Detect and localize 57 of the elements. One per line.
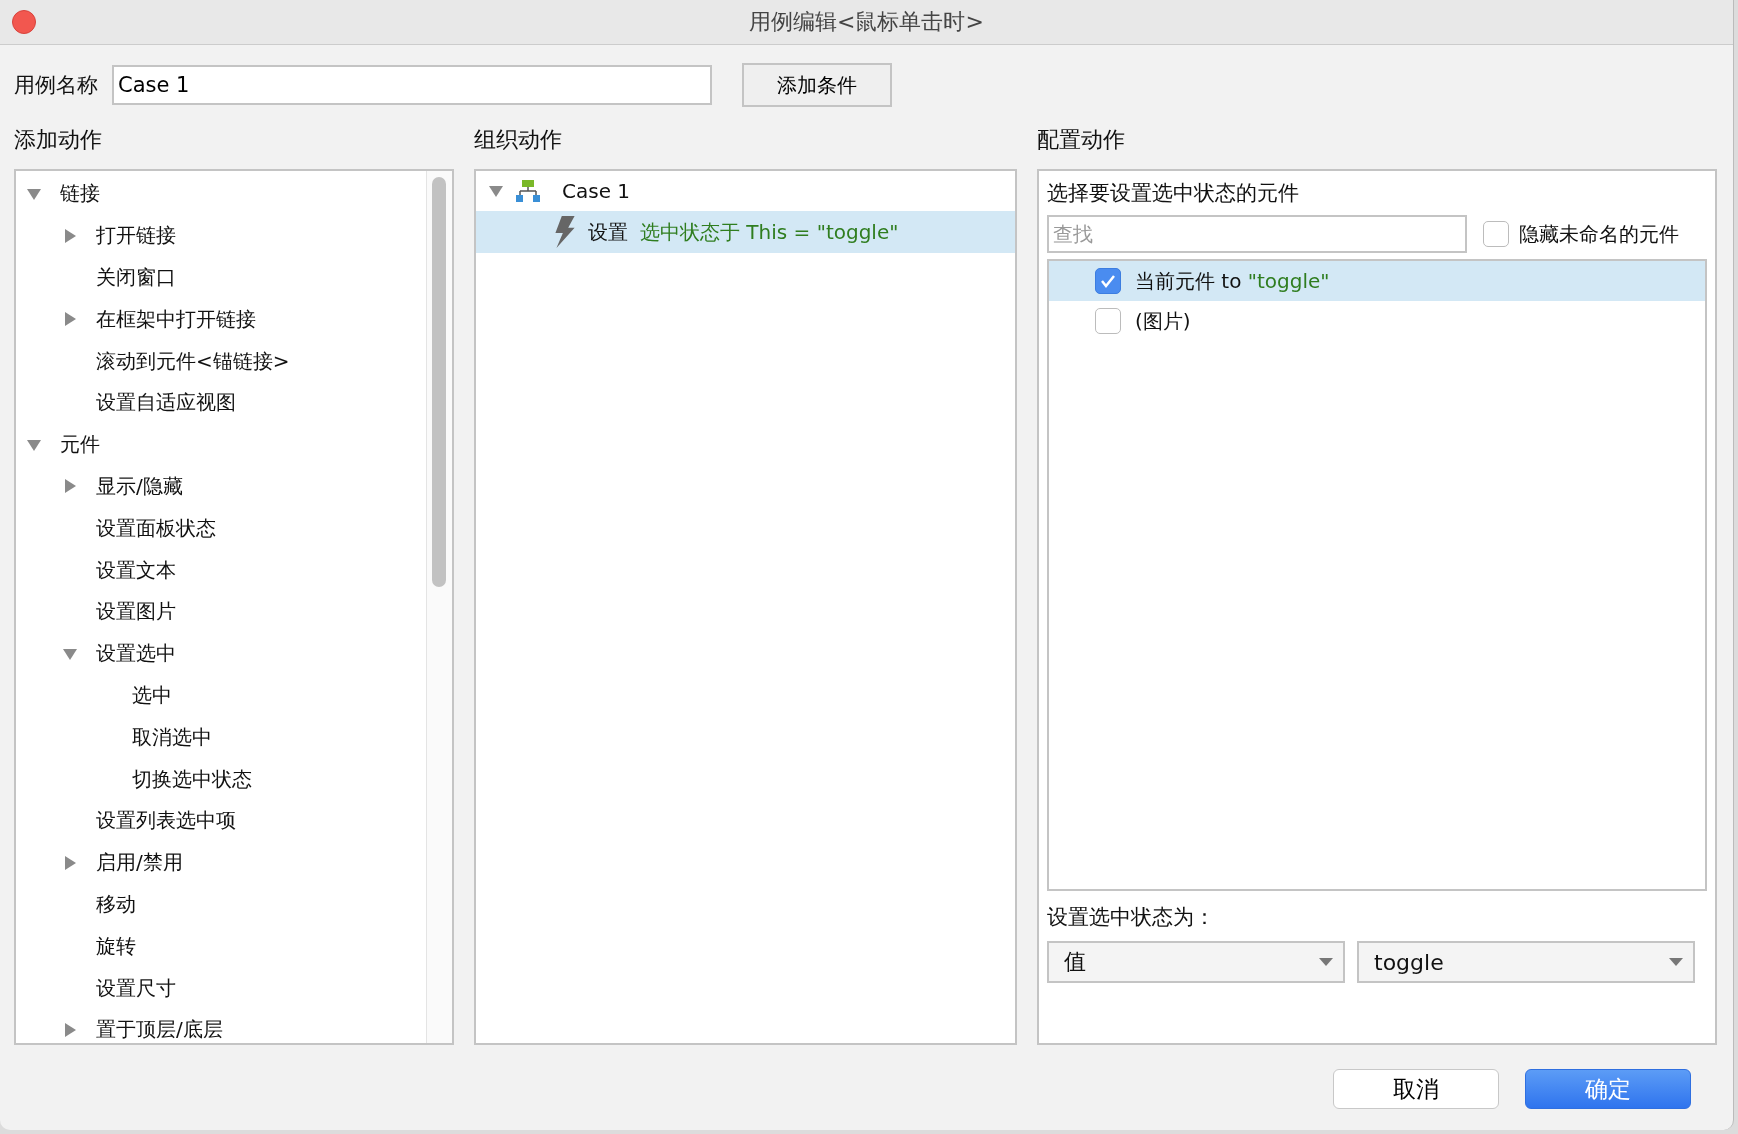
add-condition-button[interactable]: 添加条件 — [742, 63, 892, 107]
widget-item[interactable]: 当前元件 to "toggle" — [1135, 267, 1330, 295]
mode-dropdown[interactable]: 值 — [1047, 941, 1345, 983]
tree-item[interactable]: 显示/隐藏 — [96, 472, 183, 500]
caret-icon — [1319, 958, 1333, 966]
tree-item[interactable]: 设置文本 — [96, 556, 176, 584]
tree-item[interactable]: 打开链接 — [96, 222, 176, 250]
tree-item[interactable]: 设置选中 — [96, 640, 176, 668]
tree-item[interactable]: 移动 — [96, 890, 136, 918]
tree-item[interactable]: 选中 — [132, 681, 172, 709]
case-name-field[interactable]: Case 1 — [112, 65, 712, 105]
tree-item[interactable]: 置于顶层/底层 — [96, 1016, 223, 1044]
checkbox-label: 隐藏未命名的元件 — [1519, 220, 1679, 248]
window-title: 用例编辑<鼠标单击时> — [749, 8, 984, 36]
widget-row[interactable]: 当前元件 to "toggle" — [1049, 261, 1705, 301]
tree-item[interactable]: 滚动到元件<锚链接> — [96, 347, 290, 375]
section-heading: 配置动作 — [1037, 126, 1126, 154]
checkbox[interactable] — [1095, 268, 1121, 294]
scrollbar-thumb[interactable] — [432, 177, 446, 587]
tree-item[interactable]: 切换选中状态 — [132, 765, 252, 793]
tree-item[interactable]: 设置尺寸 — [96, 974, 176, 1002]
section-heading: 组织动作 — [474, 126, 563, 154]
checkbox[interactable] — [1095, 308, 1121, 334]
case-item[interactable]: Case 1 — [562, 179, 631, 203]
collapsed-triangle-icon[interactable] — [62, 227, 78, 244]
tree-item[interactable]: 在框架中打开链接 — [96, 305, 256, 333]
tree-item[interactable]: 设置自适应视图 — [96, 389, 236, 417]
tree-item[interactable]: 元件 — [60, 431, 100, 459]
close-icon[interactable] — [12, 10, 36, 34]
panel-subheading: 选择要设置选中状态的元件 — [1047, 180, 1300, 207]
section-heading: 添加动作 — [14, 126, 103, 154]
cancel-button[interactable]: 取消 — [1333, 1069, 1499, 1109]
tree-item[interactable]: 设置面板状态 — [96, 514, 216, 542]
tree-item[interactable]: 设置列表选中项 — [96, 807, 236, 835]
value-dropdown[interactable]: toggle — [1357, 941, 1695, 983]
tree-item[interactable]: 取消选中 — [132, 723, 212, 751]
widget-item[interactable]: (图片) — [1135, 307, 1191, 335]
tree-item[interactable]: 启用/禁用 — [96, 849, 183, 877]
collapsed-triangle-icon[interactable] — [62, 311, 78, 328]
lightning-icon — [554, 216, 576, 248]
confirm-button[interactable]: 确定 — [1525, 1069, 1691, 1109]
collapsed-triangle-icon[interactable] — [62, 854, 78, 871]
tree-item[interactable]: 链接 — [60, 180, 100, 208]
tree-item[interactable]: 旋转 — [96, 932, 136, 960]
caret-icon — [1669, 958, 1683, 966]
widget-row[interactable]: (图片) — [1049, 301, 1705, 341]
checkbox[interactable] — [1483, 221, 1509, 247]
state-label: 设置选中状态为： — [1047, 904, 1216, 931]
collapsed-triangle-icon[interactable] — [62, 1021, 78, 1038]
action-item[interactable]: 设置 选中状态于 This = "toggle" — [476, 211, 1015, 253]
expanded-triangle-icon[interactable] — [488, 183, 504, 199]
collapsed-triangle-icon[interactable] — [62, 478, 78, 495]
search-field[interactable]: 查找 — [1047, 215, 1467, 253]
tree-item[interactable]: 设置图片 — [96, 598, 176, 626]
case-name-label: 用例名称 — [14, 72, 98, 99]
hierarchy-icon — [516, 180, 540, 202]
tree-item[interactable]: 关闭窗口 — [96, 264, 176, 291]
